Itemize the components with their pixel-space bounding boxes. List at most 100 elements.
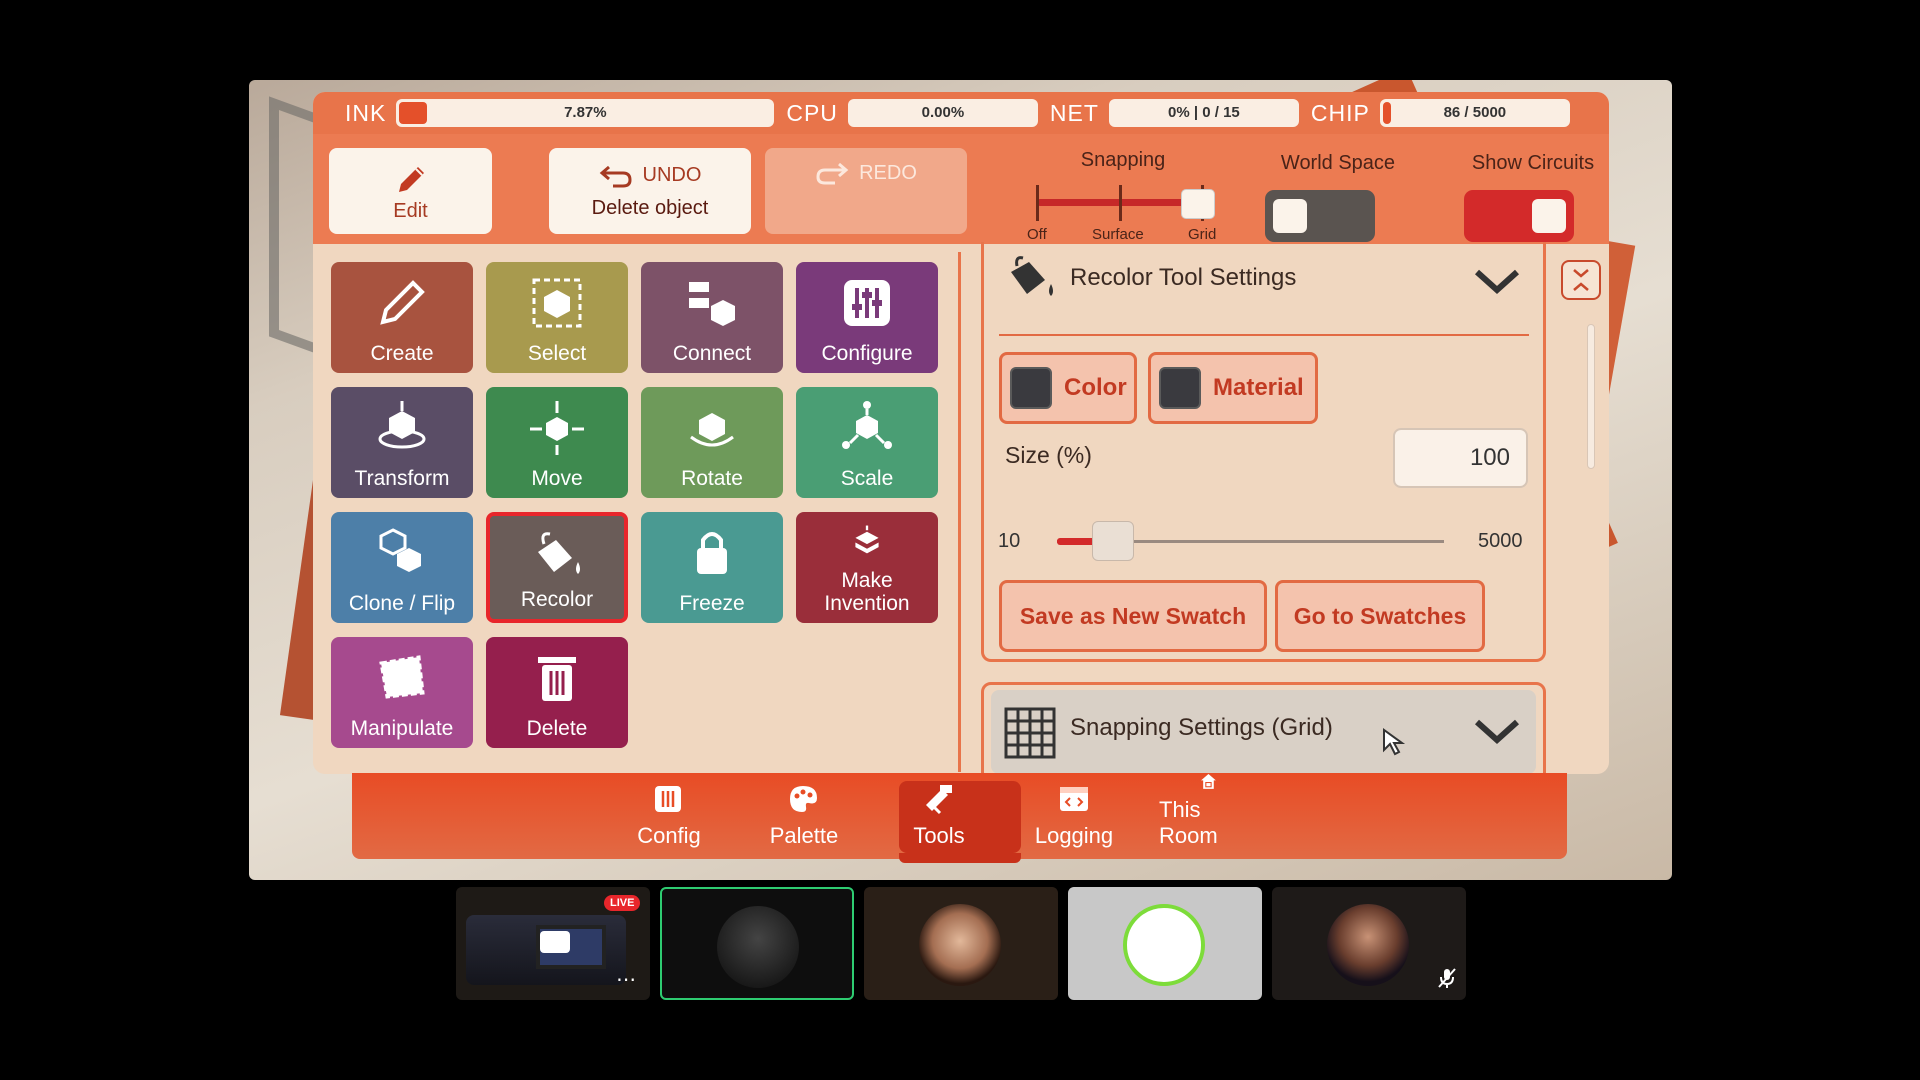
tool-manipulate[interactable]: Manipulate xyxy=(331,637,473,748)
settings-scrollbar[interactable] xyxy=(1587,324,1595,469)
redo-label: REDO xyxy=(859,161,917,184)
live-badge: LIVE xyxy=(604,895,641,911)
redo-button[interactable]: REDO xyxy=(765,148,967,234)
undo-button[interactable]: UNDO Delete object xyxy=(549,148,751,234)
more-icon[interactable]: ⋯ xyxy=(616,967,636,992)
participant-tile[interactable] xyxy=(1272,887,1466,1000)
sliders-icon xyxy=(844,280,890,326)
tool-create[interactable]: Create xyxy=(331,262,473,373)
tool-scale[interactable]: Scale xyxy=(796,387,938,498)
tool-label: Rotate xyxy=(681,466,743,490)
toggle-knob xyxy=(1532,199,1566,233)
ink-label: INK xyxy=(345,99,387,126)
sliders-icon xyxy=(655,786,681,812)
grid-icon xyxy=(1003,706,1057,760)
material-mode-button[interactable]: Material xyxy=(1148,352,1318,424)
snapping-expand-chevron[interactable] xyxy=(1473,712,1521,752)
move-cube-icon xyxy=(530,401,584,455)
tool-label: Configure xyxy=(821,341,913,365)
tool-make-invention[interactable]: Make Invention xyxy=(796,512,938,623)
chat-bubble-icon xyxy=(540,931,570,953)
tool-label: Delete xyxy=(526,716,588,740)
lock-icon xyxy=(697,532,727,574)
nav-label: This Room xyxy=(1159,797,1218,848)
tool-delete[interactable]: Delete xyxy=(486,637,628,748)
tool-label: Connect xyxy=(672,341,752,365)
snapping-slider[interactable]: Snapping Off Surface Grid xyxy=(1023,149,1223,244)
ink-bar: 7.87% xyxy=(396,99,775,127)
tool-clone-flip[interactable]: Clone / Flip xyxy=(331,512,473,623)
ink-value: 7.87% xyxy=(564,104,607,121)
participant-strip: LIVE ⋯ xyxy=(456,887,1466,1000)
tool-connect[interactable]: Connect xyxy=(641,262,783,373)
tool-label: Select xyxy=(527,341,587,365)
material-swatch xyxy=(1159,367,1201,409)
bottom-nav: Config Palette Tools Logging This Room xyxy=(352,773,1567,863)
snap-tick-off xyxy=(1036,185,1039,221)
invention-icon xyxy=(855,525,879,554)
participant-tile-stream[interactable]: LIVE ⋯ xyxy=(456,887,650,1000)
size-slider-knob[interactable] xyxy=(1092,521,1134,561)
world-space-toggle[interactable] xyxy=(1265,190,1375,242)
tool-select[interactable]: Select xyxy=(486,262,628,373)
collapse-icon xyxy=(1573,269,1589,291)
panel-divider xyxy=(958,252,961,772)
net-bar: 0% | 0 / 15 xyxy=(1108,99,1299,127)
pencil-icon xyxy=(398,166,424,192)
tool-recolor[interactable]: Recolor xyxy=(486,512,628,623)
tool-move[interactable]: Move xyxy=(486,387,628,498)
participant-tile-speaking[interactable] xyxy=(660,887,854,1000)
nav-label: Palette xyxy=(769,823,839,848)
top-toolbar: Edit UNDO Delete object REDO Snapping Of… xyxy=(313,134,1609,244)
nav-config[interactable]: Config xyxy=(619,773,719,859)
net-label: NET xyxy=(1049,99,1099,126)
tool-label: Manipulate xyxy=(350,716,454,740)
participant-tile[interactable] xyxy=(1068,887,1262,1000)
show-circuits-label: Show Circuits xyxy=(1471,152,1595,174)
snapping-label: Snapping xyxy=(1080,149,1166,171)
redo-icon xyxy=(816,162,849,185)
toggle-knob xyxy=(1273,199,1307,233)
cpu-bar: 0.00% xyxy=(847,99,1038,127)
go-to-swatches-button[interactable]: Go to Swatches xyxy=(1275,580,1485,652)
tool-label: Scale xyxy=(840,466,894,490)
nav-this-room[interactable]: This Room xyxy=(1159,773,1259,859)
tool-transform[interactable]: Transform xyxy=(331,387,473,498)
show-circuits-toggle[interactable] xyxy=(1464,190,1574,242)
palette-icon xyxy=(790,786,817,812)
slider-min-label: 10 xyxy=(998,530,1021,552)
tool-label: Transform xyxy=(354,466,450,490)
nav-palette[interactable]: Palette xyxy=(754,773,854,859)
color-label: Color xyxy=(1064,374,1127,401)
snap-tick-surface xyxy=(1119,185,1122,221)
net-value: 0% | 0 / 15 xyxy=(1168,104,1240,121)
participant-tile[interactable] xyxy=(864,887,1058,1000)
connect-icon xyxy=(689,282,735,326)
nav-label: Tools xyxy=(913,823,965,848)
participant-avatar xyxy=(717,906,799,988)
chip-bar: 86 / 5000 xyxy=(1379,99,1570,127)
tool-configure[interactable]: Configure xyxy=(796,262,938,373)
collapse-all-button[interactable] xyxy=(1561,260,1601,300)
world-space-label: World Space xyxy=(1280,152,1396,174)
nav-tools[interactable]: Tools xyxy=(889,773,989,859)
save-swatch-button[interactable]: Save as New Swatch xyxy=(999,580,1267,652)
size-input[interactable]: 100 xyxy=(1393,428,1528,488)
tool-freeze[interactable]: Freeze xyxy=(641,512,783,623)
rotate-cube-icon xyxy=(690,413,734,447)
nav-logging[interactable]: Logging xyxy=(1024,773,1124,859)
tools-icon xyxy=(926,785,952,815)
code-window-icon xyxy=(1060,787,1088,811)
tool-label: Freeze xyxy=(679,591,745,615)
edit-button[interactable]: Edit xyxy=(329,148,492,234)
muted-mic-icon xyxy=(1437,967,1457,994)
manipulate-icon xyxy=(379,655,425,699)
color-mode-button[interactable]: Color xyxy=(999,352,1137,424)
cpu-label: CPU xyxy=(786,99,838,126)
tool-rotate[interactable]: Rotate xyxy=(641,387,783,498)
cursor-icon xyxy=(1382,728,1408,761)
nav-label: Config xyxy=(637,823,701,848)
chip-label: CHIP xyxy=(1310,99,1370,126)
snapping-knob[interactable] xyxy=(1181,189,1215,219)
tool-label: Make Invention xyxy=(824,568,910,615)
